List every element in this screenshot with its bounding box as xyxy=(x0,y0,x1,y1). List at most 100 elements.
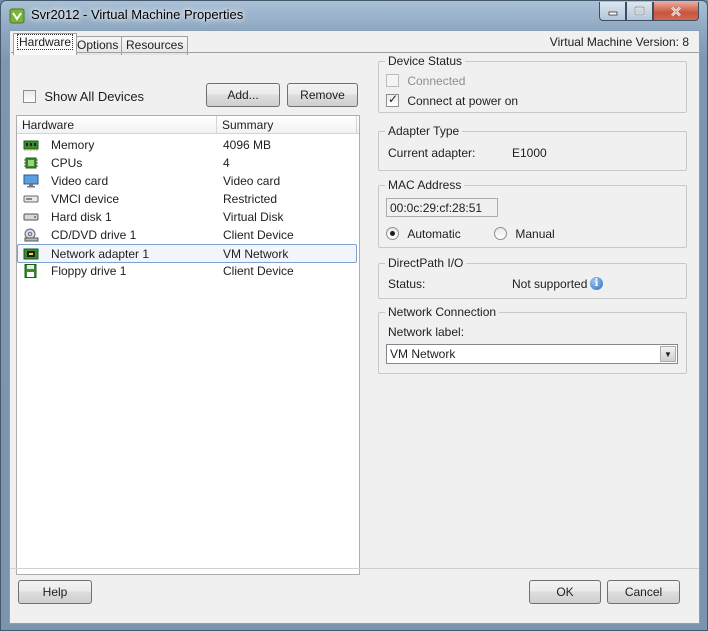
chevron-down-icon[interactable]: ▼ xyxy=(660,346,676,362)
minimize-button[interactable] xyxy=(599,2,626,21)
group-title: Adapter Type xyxy=(385,124,463,138)
table-row[interactable]: Network adapter 1 VM Network xyxy=(17,244,357,263)
current-adapter-label: Current adapter: xyxy=(388,146,476,160)
radio-dot xyxy=(390,231,395,237)
column-divider[interactable] xyxy=(356,116,357,134)
hardware-list[interactable]: Hardware Summary Memory 4096 MB CPUs 4 V… xyxy=(16,115,360,575)
cd-dvd-icon xyxy=(24,228,39,242)
directpath-status-label: Status: xyxy=(388,277,426,291)
help-button-label: Help xyxy=(42,585,68,599)
close-button[interactable] xyxy=(653,2,699,21)
memory-icon xyxy=(23,140,39,151)
table-row[interactable]: CD/DVD drive 1 Client Device xyxy=(18,226,357,244)
network-label-dropdown[interactable]: VM Network ▼ xyxy=(386,344,678,364)
cancel-button-label: Cancel xyxy=(624,585,663,599)
mac-automatic-radio[interactable]: Automatic xyxy=(386,226,461,241)
group-title: MAC Address xyxy=(385,178,465,192)
row-summary: Virtual Disk xyxy=(223,210,284,224)
connected-label: Connected xyxy=(407,73,466,88)
add-button[interactable]: Add... xyxy=(206,83,280,107)
ok-button[interactable]: OK xyxy=(529,580,601,604)
table-row[interactable]: Floppy drive 1 Client Device xyxy=(18,262,357,280)
connect-at-power-on-checkbox[interactable]: ✓ Connect at power on xyxy=(386,92,519,108)
network-connection-group: Network Connection Network label: VM Net… xyxy=(378,305,687,374)
current-adapter-value: E1000 xyxy=(512,146,547,160)
row-hardware-name: Floppy drive 1 xyxy=(51,264,127,278)
show-all-devices-checkbox[interactable]: Show All Devices xyxy=(23,89,144,104)
remove-button[interactable]: Remove xyxy=(287,83,358,107)
checkbox-box[interactable]: ✓ xyxy=(386,92,399,108)
ok-button-label: OK xyxy=(556,585,574,599)
row-summary: Video card xyxy=(223,174,281,188)
dropdown-value: VM Network xyxy=(390,347,456,361)
checkbox-box[interactable] xyxy=(386,74,399,88)
vm-version-label: Virtual Machine Version: 8 xyxy=(549,35,689,49)
info-icon[interactable]: i xyxy=(590,277,603,290)
help-button[interactable]: Help xyxy=(18,580,92,604)
maximize-icon xyxy=(634,6,645,16)
tab-label: Resources xyxy=(126,38,184,52)
minimize-icon xyxy=(608,11,617,16)
hard-disk-icon xyxy=(23,213,39,221)
cpu-icon xyxy=(24,157,38,169)
dialog-body: Hardware Options Resources Virtual Machi… xyxy=(9,30,700,624)
row-summary: Client Device xyxy=(223,264,294,278)
radio-button[interactable] xyxy=(494,227,507,241)
connected-checkbox[interactable]: Connected xyxy=(386,73,465,88)
tab-label: Options xyxy=(77,38,119,52)
vmci-device-icon xyxy=(23,195,39,203)
radio-button[interactable] xyxy=(386,227,399,241)
row-summary: VM Network xyxy=(223,247,289,261)
floppy-icon xyxy=(24,264,37,278)
row-hardware-name: Memory xyxy=(51,138,95,152)
group-title: Network Connection xyxy=(385,305,500,319)
hardware-list-header: Hardware Summary xyxy=(17,116,359,134)
row-summary: Restricted xyxy=(223,192,278,206)
mac-address-group: MAC Address 00:0c:29:cf:28:51 Automatic … xyxy=(378,178,687,248)
maximize-button[interactable] xyxy=(626,2,653,21)
column-divider[interactable] xyxy=(216,116,217,134)
row-hardware-name: CD/DVD drive 1 xyxy=(51,228,137,242)
row-summary: 4096 MB xyxy=(223,138,272,152)
mac-address-field[interactable]: 00:0c:29:cf:28:51 xyxy=(386,198,498,217)
row-summary: 4 xyxy=(223,156,230,170)
row-summary: Client Device xyxy=(223,228,294,242)
directpath-io-group: DirectPath I/O Status: Not supported i xyxy=(378,256,687,299)
group-title: Device Status xyxy=(385,54,466,68)
network-adapter-icon xyxy=(23,248,39,260)
table-row[interactable]: VMCI device Restricted xyxy=(18,190,357,208)
row-hardware-name: VMCI device xyxy=(51,192,120,206)
table-row[interactable]: CPUs 4 xyxy=(18,154,357,172)
show-all-devices-label: Show All Devices xyxy=(44,89,145,105)
network-label-caption: Network label: xyxy=(388,325,465,339)
row-hardware-name: CPUs xyxy=(51,156,83,170)
adapter-type-group: Adapter Type Current adapter: E1000 xyxy=(378,124,687,171)
close-icon xyxy=(671,6,681,16)
device-status-group: Device Status Connected ✓ Connect at pow… xyxy=(378,54,687,113)
row-hardware-name: Network adapter 1 xyxy=(51,247,150,261)
row-hardware-name: Hard disk 1 xyxy=(51,210,112,224)
checkbox-box[interactable] xyxy=(23,90,36,104)
table-row[interactable]: Memory 4096 MB xyxy=(18,136,357,154)
group-title: DirectPath I/O xyxy=(385,256,467,270)
window-title: Svr2012 - Virtual Machine Properties xyxy=(31,7,244,22)
mac-manual-radio[interactable]: Manual xyxy=(494,226,555,241)
row-hardware-name: Video card xyxy=(51,174,109,188)
connect-at-power-on-label: Connect at power on xyxy=(407,93,519,108)
table-row[interactable]: Hard disk 1 Virtual Disk xyxy=(18,208,357,226)
title-bar[interactable]: Svr2012 - Virtual Machine Properties xyxy=(1,1,707,29)
properties-window: Svr2012 - Virtual Machine Properties Har… xyxy=(0,0,708,631)
video-card-icon xyxy=(23,174,39,188)
column-header-hardware[interactable]: Hardware xyxy=(22,118,74,132)
tab-label: Hardware xyxy=(16,34,74,50)
automatic-label: Automatic xyxy=(407,226,461,241)
hardware-tab-panel: Show All Devices Add... Remove Hardware … xyxy=(11,52,699,575)
cancel-button[interactable]: Cancel xyxy=(607,580,680,604)
vsphere-app-icon xyxy=(9,8,25,24)
tab-hardware[interactable]: Hardware xyxy=(13,33,78,55)
directpath-status-value: Not supported xyxy=(512,277,588,291)
checkmark-icon: ✓ xyxy=(388,92,399,107)
column-header-summary[interactable]: Summary xyxy=(222,118,273,132)
table-row[interactable]: Video card Video card xyxy=(18,172,357,190)
manual-label: Manual xyxy=(515,226,555,241)
